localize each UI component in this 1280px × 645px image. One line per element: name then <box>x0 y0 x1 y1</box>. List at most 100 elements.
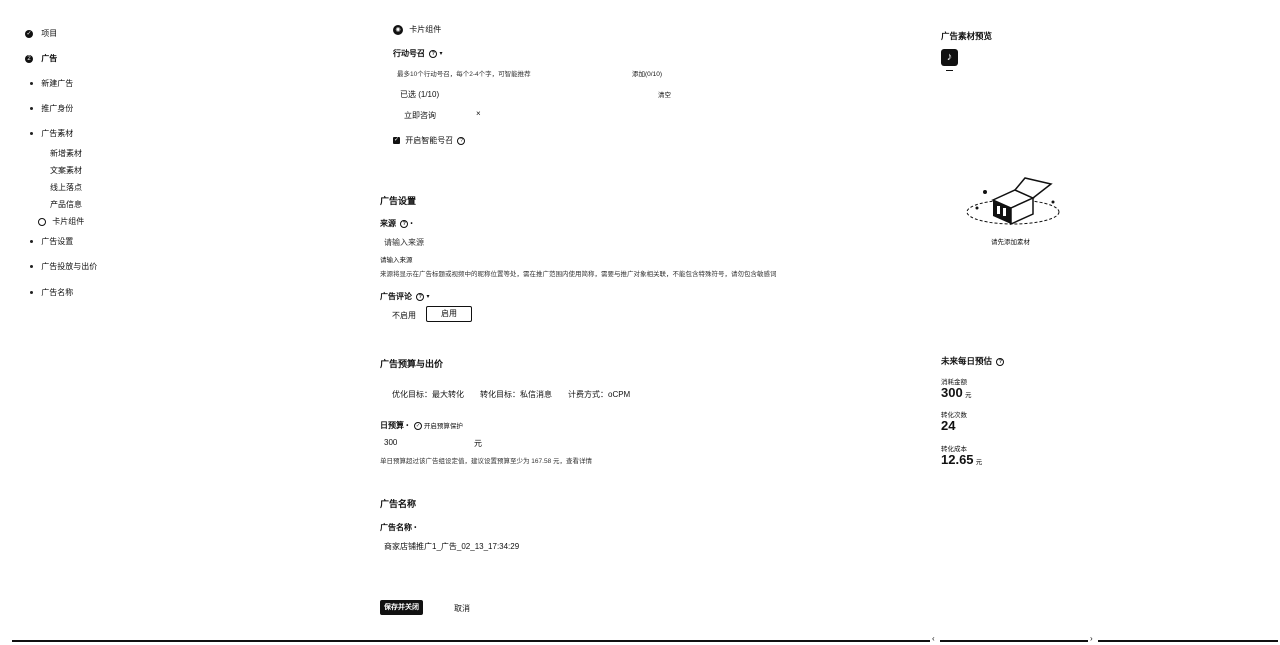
tab-underline <box>946 70 953 71</box>
bullet-icon <box>30 82 33 86</box>
conversion-value: 24 <box>941 418 956 433</box>
daily-budget-label-text: 日预算 <box>380 421 404 430</box>
scrollbar-track-left <box>12 640 930 642</box>
cpa-value-row: 12.65 元 <box>941 452 982 467</box>
source-input[interactable]: 请输入来源 <box>384 237 424 248</box>
sidebar-item-creative[interactable]: 广告素材 <box>30 128 73 139</box>
conversion-value-row: 24 <box>941 418 955 433</box>
current-step-icon <box>38 217 46 226</box>
sidebar-item-label: 广告设置 <box>41 237 74 246</box>
daily-budget-unit: 元 <box>474 439 482 448</box>
daily-budget-label: 日预算 • <box>380 420 408 431</box>
daily-budget-input[interactable]: 300 <box>384 438 397 447</box>
action-call-input[interactable]: 最多10个行动号召，每个2-4个字，可智能推荐 <box>397 68 531 78</box>
clear-button[interactable]: 清空 <box>658 89 671 99</box>
sidebar-item-label: 新建广告 <box>41 79 74 88</box>
ad-name-label: 广告名称 • <box>380 522 416 533</box>
forecast-title: 未来每日预估 ? <box>941 355 1005 367</box>
scroll-right-icon[interactable]: › <box>1090 634 1093 643</box>
naming-title: 广告名称 <box>380 499 417 509</box>
preview-title: 广告素材预览 <box>941 31 993 41</box>
ad-name-label-text: 广告名称 <box>380 523 412 532</box>
source-label: 来源 ? • <box>380 218 413 229</box>
sidebar-step-ad[interactable]: 2 广告 <box>25 53 57 64</box>
help-icon[interactable]: ? <box>416 292 425 301</box>
sidebar-project-label: 项目 <box>41 29 58 38</box>
check-circle-icon: ✓ <box>25 29 33 38</box>
empty-box-illustration <box>966 177 1060 226</box>
card-component-icon: ◉ <box>393 24 403 35</box>
preview-empty-text: 请先添加素材 <box>991 239 1030 246</box>
cpa-value: 12.65 <box>941 452 974 467</box>
sidebar-item-settings[interactable]: 广告设置 <box>30 236 73 247</box>
sidebar-item-budget[interactable]: 广告投放与出价 <box>30 261 97 272</box>
smart-call-toggle[interactable]: ✓ 开启智能号召 ? <box>393 135 466 146</box>
scrollbar-track-right <box>1098 640 1278 642</box>
sidebar-step-project[interactable]: ✓ 项目 <box>25 28 57 39</box>
sidebar-sub-item[interactable]: 文案素材 <box>50 165 82 176</box>
add-action-call-button[interactable]: 添加(0/10) <box>632 68 662 78</box>
sidebar-item-new-ad[interactable]: 新建广告 <box>30 78 73 89</box>
scrollbar-thumb[interactable] <box>940 640 1088 642</box>
sidebar-sub-item[interactable]: 新增素材 <box>50 148 82 159</box>
forecast-title-text: 未来每日预估 <box>941 356 993 366</box>
help-icon[interactable]: ? <box>457 136 466 145</box>
budget-protect-link[interactable]: ✓ 开启预算保护 <box>412 420 463 431</box>
cpa-unit: 元 <box>975 459 983 466</box>
sidebar-item-name[interactable]: 广告名称 <box>30 287 73 298</box>
sidebar-sub-item[interactable]: 线上落点 <box>50 182 82 193</box>
sidebar-item-label: 推广身份 <box>41 104 74 113</box>
scroll-left-icon[interactable]: ‹ <box>932 634 935 643</box>
budget-summary: 优化目标：最大转化 转化目标：私信消息 计费方式：oCPM <box>392 390 631 399</box>
bullet-icon <box>30 107 33 111</box>
budget-protect-label: 开启预算保护 <box>423 423 463 430</box>
budget-title: 广告预算与出价 <box>380 359 444 369</box>
sidebar-sub-item-label: 卡片组件 <box>52 217 85 226</box>
spend-value-row: 300 元 <box>941 385 971 400</box>
comment-off-option[interactable]: 不启用 <box>392 310 416 321</box>
comment-label: 广告评论 ? ▾ <box>380 291 429 302</box>
source-label-text: 来源 <box>380 219 396 228</box>
caret-down-icon: ▾ <box>439 51 443 58</box>
card-component-header: ◉ 卡片组件 <box>393 24 441 35</box>
sidebar-sub-item[interactable]: 产品信息 <box>50 199 82 210</box>
selected-count: 已选 (1/10) <box>400 90 440 99</box>
source-description: 来源将显示在广告标题或视频中的昵称位置等处，需在推广范围内使用简称，需要与推广对… <box>380 271 777 278</box>
spend-unit: 元 <box>964 392 972 399</box>
save-close-button[interactable]: 保存并关闭 <box>380 600 423 615</box>
shield-icon: ✓ <box>414 422 422 431</box>
smart-call-label: 开启智能号召 <box>405 136 454 145</box>
sidebar-ad-label: 广告 <box>41 54 58 63</box>
bullet-icon <box>30 240 33 244</box>
cancel-button[interactable]: 取消 <box>454 603 470 614</box>
ad-settings-title: 广告设置 <box>380 196 417 206</box>
required-mark-icon: • <box>410 220 413 227</box>
action-call-text: 行动号召 <box>393 49 425 58</box>
source-error: 请输入来源 <box>380 257 413 264</box>
tag-close-icon[interactable]: × <box>476 109 481 118</box>
action-tag: 立即咨询 <box>404 111 436 120</box>
sidebar-sub-item-card[interactable]: 卡片组件 <box>38 216 84 227</box>
bullet-icon <box>30 132 33 136</box>
bullet-icon <box>30 291 33 295</box>
required-mark-icon: • <box>414 524 417 531</box>
tiktok-icon[interactable]: ♪ <box>941 49 958 66</box>
bullet-icon <box>30 265 33 269</box>
sidebar-item-identity[interactable]: 推广身份 <box>30 103 73 114</box>
comment-on-option[interactable]: 启用 <box>426 306 472 322</box>
daily-budget-hint: 单日预算超过该广告组设定值，建议设置预算至少为 167.58 元，查看详情 <box>380 458 592 465</box>
step-2-icon: 2 <box>25 54 33 63</box>
sidebar-item-label: 广告名称 <box>41 288 74 297</box>
caret-down-icon: ▾ <box>426 294 430 301</box>
sidebar-item-label: 广告素材 <box>41 129 74 138</box>
checkbox-checked-icon[interactable]: ✓ <box>393 137 400 145</box>
required-mark-icon: • <box>406 422 409 429</box>
spend-value: 300 <box>941 385 963 400</box>
sidebar-item-label: 广告投放与出价 <box>41 262 98 271</box>
help-icon[interactable]: ? <box>996 357 1005 366</box>
card-component-label: 卡片组件 <box>409 25 442 34</box>
help-icon[interactable]: ? <box>429 49 438 58</box>
ad-name-input[interactable]: 商家店铺推广1_广告_02_13_17:34:29 <box>384 541 519 552</box>
action-call-label: 行动号召 ? ▾ <box>393 48 442 59</box>
help-icon[interactable]: ? <box>400 219 409 228</box>
